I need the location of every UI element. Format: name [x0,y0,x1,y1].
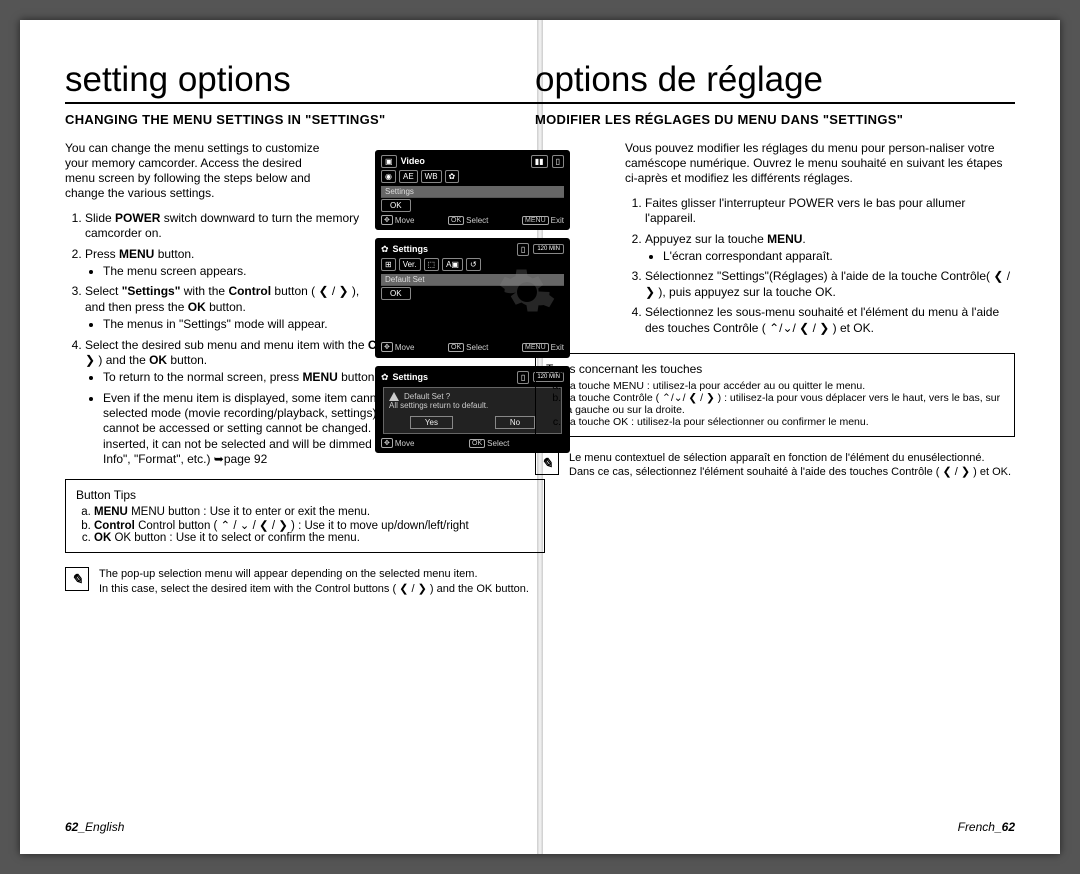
note-icon: ✎ [535,451,559,475]
note-icon: ✎ [65,567,89,591]
note-fr: ✎ Le menu contextuel de sélection appara… [535,451,1015,480]
chapter-title-en: setting options [65,60,545,104]
step-1: Slide POWER switch downward to turn the … [85,211,365,242]
button-tips-en: Button Tips MENU MENU button : Use it to… [65,479,545,553]
intro-en: You can change the menu settings to cust… [65,141,325,201]
warning-icon [389,392,399,401]
section-heading-en: CHANGING THE MENU SETTINGS IN "SETTINGS" [65,112,545,127]
step-2: Press MENU button. The menu screen appea… [85,247,365,280]
button-tips-fr: Trucs concernant les touches La touche M… [535,353,1015,437]
chapter-title-fr: options de réglage [535,60,1015,104]
tips-title: Button Tips [76,488,534,502]
page-footer-en: 62_English [65,820,124,834]
steps-fr: Faites glisser l'interrupteur POWER vers… [625,196,1015,336]
right-page: options de réglage MODIFIER LES RÉGLAGES… [535,60,1015,479]
intro-fr: Vous pouvez modifier les réglages du men… [625,141,1015,186]
section-heading-fr: MODIFIER LES RÉGLAGES DU MENU DANS "SETT… [535,112,1015,127]
page-footer-fr: French_62 [958,820,1015,834]
yes-button[interactable]: Yes [410,416,453,429]
step-3: Select "Settings" with the Control butto… [85,284,365,332]
note-en: ✎ The pop-up selection menu will appear … [65,567,545,596]
tips-title-fr: Trucs concernant les touches [546,362,1004,376]
steps-en: Slide POWER switch downward to turn the … [65,211,365,467]
no-button[interactable]: No [495,416,535,429]
